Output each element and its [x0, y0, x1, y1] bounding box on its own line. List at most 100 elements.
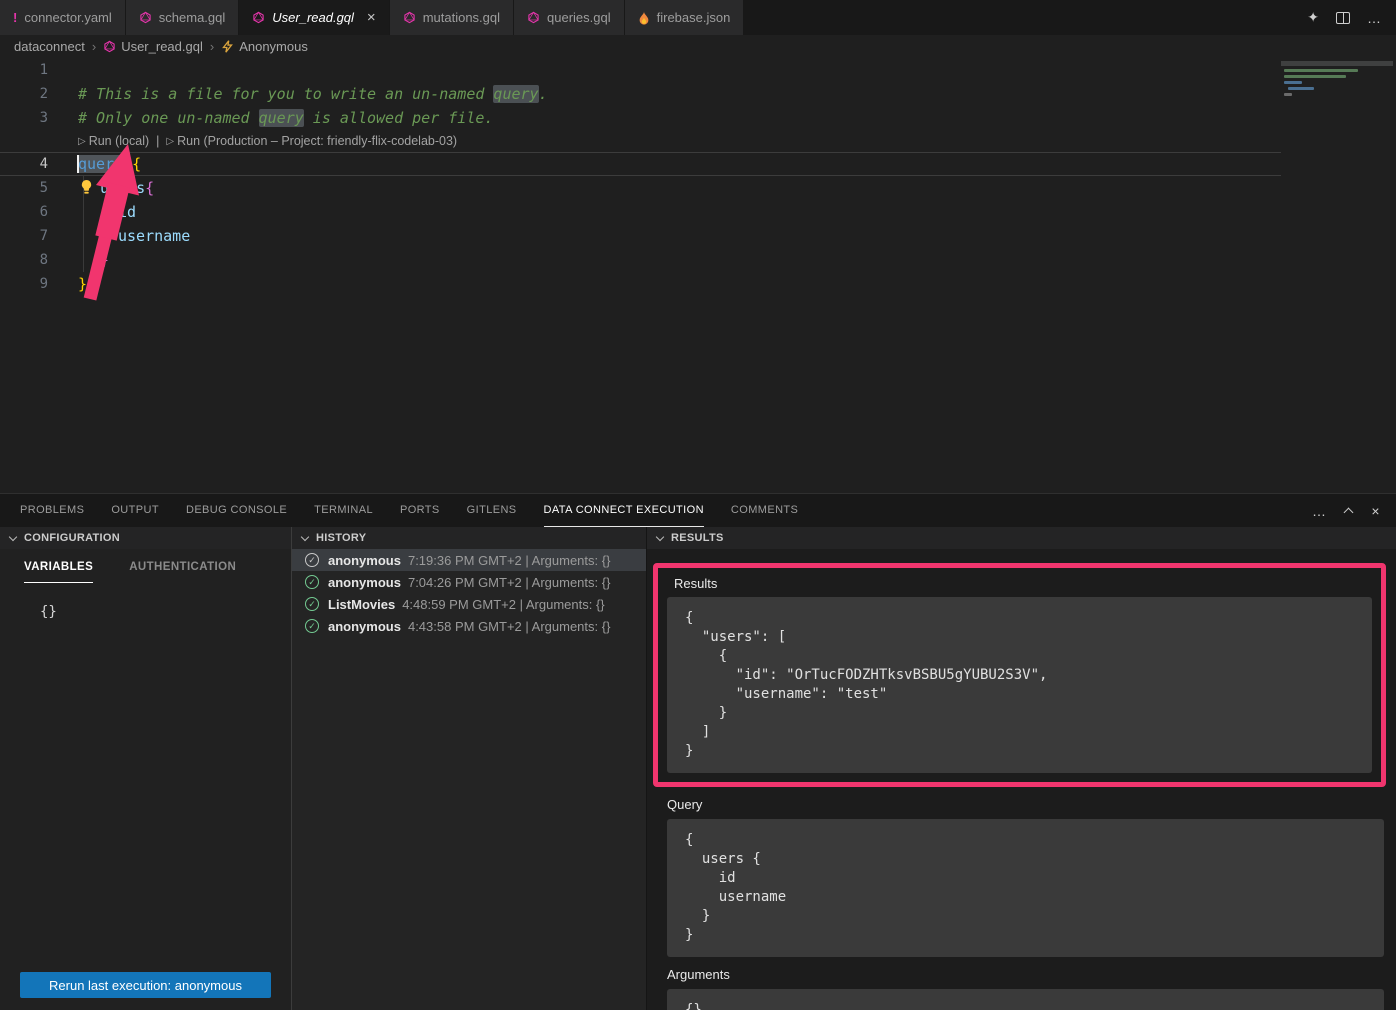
lightbulb-icon[interactable]	[79, 179, 94, 195]
minimap-line	[1284, 81, 1302, 84]
panel-tab-comments[interactable]: COMMENTS	[731, 494, 798, 527]
panel-tab-terminal[interactable]: TERMINAL	[314, 494, 373, 527]
history-row[interactable]: ✓ anonymous 7:04:26 PM GMT+2 | Arguments…	[292, 571, 646, 593]
code-editor[interactable]: 1 2 # This is a file for you to write an…	[0, 58, 1396, 493]
history-entry-meta: 4:48:59 PM GMT+2 | Arguments: {}	[402, 597, 604, 612]
panel-tab-gitlens[interactable]: GITLENS	[467, 494, 517, 527]
code-line-8: 8 }	[0, 248, 1396, 272]
breadcrumb-symbol-label: Anonymous	[239, 39, 308, 54]
query-label: Query	[667, 797, 1396, 812]
tab-label: User_read.gql	[272, 10, 354, 25]
results-label: Results	[674, 576, 1374, 591]
breadcrumb-file-label: User_read.gql	[121, 39, 203, 54]
tab-user-read-gql[interactable]: User_read.gql ×	[239, 0, 389, 35]
history-list: ✓ anonymous 7:19:36 PM GMT+2 | Arguments…	[292, 549, 646, 637]
breadcrumb-folder[interactable]: dataconnect	[14, 39, 85, 54]
run-local-label: Run (local)	[89, 134, 149, 148]
configuration-tabs: VARIABLES AUTHENTICATION	[0, 549, 291, 583]
panel-tab-ports[interactable]: PORTS	[400, 494, 440, 527]
results-header-label: RESULTS	[671, 532, 724, 544]
history-row[interactable]: ✓ anonymous 4:43:58 PM GMT+2 | Arguments…	[292, 615, 646, 637]
line-number: 9	[0, 272, 62, 296]
field-id: id	[118, 203, 136, 221]
text-cursor	[77, 155, 79, 173]
codelens: ▷Run (local) | ▷Run (Production – Projec…	[0, 130, 1396, 152]
results-section: RESULTS Results { "users": [ { "id": "Or…	[647, 527, 1396, 1010]
open-brace: {	[132, 155, 141, 173]
warning-icon: !	[13, 10, 17, 25]
tab-schema-gql[interactable]: schema.gql	[126, 0, 239, 35]
code-line-6: 6 id	[0, 200, 1396, 224]
query-box: { users { id username } }	[667, 819, 1384, 957]
open-brace: {	[145, 179, 154, 197]
anonymous-symbol-icon	[221, 40, 234, 53]
tab-mutations-gql[interactable]: mutations.gql	[390, 0, 514, 35]
line-number: 6	[0, 200, 62, 224]
panel-tab-debug-console[interactable]: DEBUG CONSOLE	[186, 494, 287, 527]
copilot-sparkle-icon[interactable]: ✦	[1307, 9, 1319, 26]
panel-actions: … ×	[1312, 494, 1396, 527]
line-number: 3	[0, 106, 62, 130]
code-line-3: 3 # Only one un-named query is allowed p…	[0, 106, 1396, 130]
configuration-header[interactable]: CONFIGURATION	[0, 527, 291, 549]
history-entry-meta: 7:19:36 PM GMT+2 | Arguments: {}	[408, 553, 610, 568]
close-brace: }	[78, 275, 87, 293]
breadcrumb-file[interactable]: User_read.gql	[103, 39, 203, 54]
annotation-highlight-box: Results { "users": [ { "id": "OrTucFODZH…	[653, 563, 1386, 787]
minimap-line	[1288, 87, 1314, 90]
history-entry-meta: 7:04:26 PM GMT+2 | Arguments: {}	[408, 575, 610, 590]
tab-label: queries.gql	[547, 10, 611, 25]
line-number: 8	[0, 248, 62, 272]
check-circle-icon: ✓	[305, 619, 319, 633]
panel-tab-problems[interactable]: PROBLEMS	[20, 494, 84, 527]
arguments-box: {}	[667, 989, 1384, 1010]
minimap-line	[1284, 75, 1346, 78]
code-line-2: 2 # This is a file for you to write an u…	[0, 82, 1396, 106]
history-header-label: HISTORY	[316, 532, 366, 544]
graphql-icon	[527, 11, 540, 24]
more-actions-icon[interactable]: …	[1367, 10, 1381, 26]
tab-variables[interactable]: VARIABLES	[24, 561, 93, 583]
tab-authentication[interactable]: AUTHENTICATION	[129, 561, 236, 583]
chevron-down-icon	[9, 533, 17, 541]
check-circle-icon: ✓	[305, 597, 319, 611]
history-entry-meta: 4:43:58 PM GMT+2 | Arguments: {}	[408, 619, 610, 634]
configuration-header-label: CONFIGURATION	[24, 532, 120, 544]
comment-text: .	[539, 85, 548, 103]
run-local-link[interactable]: ▷Run (local)	[78, 134, 149, 148]
maximize-panel-icon[interactable]	[1344, 507, 1354, 517]
panel-tab-output[interactable]: OUTPUT	[111, 494, 159, 527]
close-icon[interactable]: ×	[367, 10, 376, 25]
close-panel-icon[interactable]: ×	[1371, 503, 1380, 519]
bottom-panel: PROBLEMS OUTPUT DEBUG CONSOLE TERMINAL P…	[0, 493, 1396, 1010]
results-header[interactable]: RESULTS	[647, 527, 1396, 549]
breadcrumb-symbol[interactable]: Anonymous	[221, 39, 308, 54]
tab-queries-gql[interactable]: queries.gql	[514, 0, 625, 35]
tab-connector-yaml[interactable]: ! connector.yaml	[0, 0, 126, 35]
tab-firebase-json[interactable]: firebase.json	[625, 0, 745, 35]
minimap-slider[interactable]	[1281, 61, 1393, 66]
play-icon: ▷	[78, 136, 86, 147]
split-editor-icon[interactable]	[1336, 12, 1350, 24]
history-row[interactable]: ✓ ListMovies 4:48:59 PM GMT+2 | Argument…	[292, 593, 646, 615]
run-production-link[interactable]: ▷Run (Production – Project: friendly-fli…	[166, 134, 457, 148]
panel-tab-data-connect-execution[interactable]: DATA CONNECT EXECUTION	[544, 494, 704, 527]
comment-text: is allowed per file.	[304, 109, 494, 127]
arguments-value: {}	[667, 989, 1384, 1010]
code-line-9: 9 }	[0, 272, 1396, 296]
comment-text: # This is a file for you to write an un-…	[78, 85, 493, 103]
editor-tab-bar: ! connector.yaml schema.gql User_read.gq…	[0, 0, 1396, 35]
line-number: 7	[0, 224, 62, 248]
variables-value[interactable]: {}	[40, 604, 291, 620]
highlighted-word: query	[259, 109, 304, 127]
minimap-line	[1284, 93, 1292, 96]
rerun-last-execution-button[interactable]: Rerun last execution: anonymous	[20, 972, 271, 998]
history-header[interactable]: HISTORY	[292, 527, 646, 549]
line-number: 4	[0, 152, 62, 176]
history-row[interactable]: ✓ anonymous 7:19:36 PM GMT+2 | Arguments…	[292, 549, 646, 571]
graphql-icon	[403, 11, 416, 24]
more-actions-icon[interactable]: …	[1312, 503, 1326, 519]
minimap[interactable]	[1281, 61, 1393, 117]
minimap-line	[1284, 69, 1358, 72]
chevron-right-icon: ›	[92, 39, 96, 54]
